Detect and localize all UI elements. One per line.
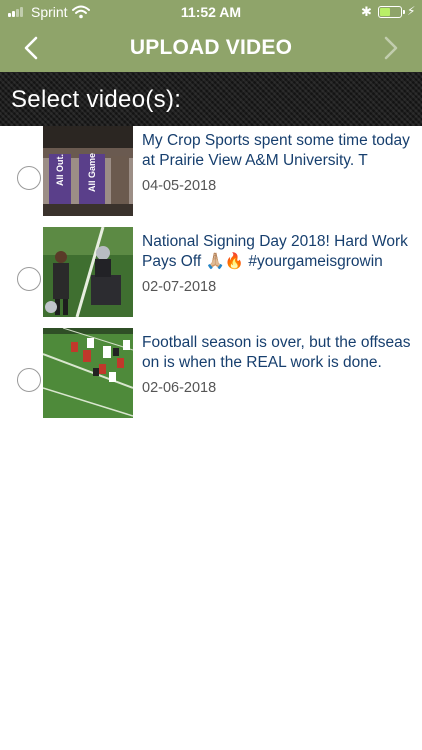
video-list: All Out. All Game My Crop Sports spent s… [0,126,422,429]
video-title: My Crop Sports spent some time today at … [142,132,410,169]
thumbnail-banner-text: All Out. [55,154,65,186]
page-title: UPLOAD VIDEO [129,36,293,59]
video-row[interactable]: National Signing Day 2018! Hard Work Pay… [0,227,422,328]
video-thumbnail [43,227,133,317]
status-bar: Sprint 11:52 AM ✱ ⚡︎ [0,0,422,24]
charging-icon: ⚡︎ [407,4,416,18]
video-thumbnail [43,328,133,418]
video-row[interactable]: All Out. All Game My Crop Sports spent s… [0,126,422,227]
video-title: National Signing Day 2018! Hard Work Pay… [142,233,408,270]
select-radio-button[interactable] [17,368,41,392]
status-time: 11:52 AM [180,4,242,20]
video-date: 04-05-2018 [142,178,217,194]
select-videos-label: Select video(s): [11,86,182,113]
header-bar: Sprint 11:52 AM ✱ ⚡︎ UPLOAD VIDEO [0,0,422,72]
thumbnail-banner-text: All Game [87,153,97,192]
battery-level [380,8,390,16]
back-chevron-icon[interactable] [18,34,46,62]
select-radio-button[interactable] [17,267,41,291]
select-banner: Select video(s): [0,72,422,126]
battery-icon [378,6,405,18]
bluetooth-icon: ✱ [361,4,372,19]
video-title: Football season is over, but the offseas… [142,334,411,371]
navigation-bar: UPLOAD VIDEO [0,24,422,72]
video-row[interactable]: Football season is over, but the offseas… [0,328,422,429]
forward-chevron-icon [384,36,398,60]
video-date: 02-07-2018 [142,279,217,295]
video-date: 02-06-2018 [142,380,217,396]
video-thumbnail: All Out. All Game [43,126,133,216]
select-radio-button[interactable] [17,166,41,190]
